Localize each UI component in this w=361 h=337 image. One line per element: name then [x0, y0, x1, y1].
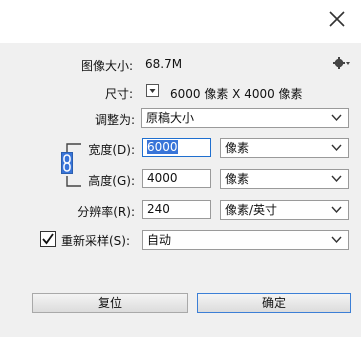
close-icon[interactable]: [324, 6, 350, 32]
dimensions-label: 尺寸:: [104, 87, 133, 101]
image-size-label: 图像大小:: [80, 59, 133, 73]
height-unit-select[interactable]: 像素: [220, 169, 349, 189]
chevron-down-icon: [331, 144, 342, 152]
title-bar: [0, 0, 361, 43]
chevron-down-icon: [331, 206, 342, 214]
resolution-value: 240: [147, 202, 170, 216]
resolution-input[interactable]: 240: [142, 200, 211, 219]
gear-icon[interactable]: [333, 56, 351, 70]
triangle-down-icon: [149, 89, 156, 93]
fit-to-label: 调整为:: [94, 113, 135, 127]
chain-link-icon: [63, 154, 71, 172]
checkmark-icon: [42, 233, 54, 245]
resolution-unit-value: 像素/英寸: [225, 203, 278, 217]
height-value: 4000: [147, 171, 178, 185]
width-unit-value: 像素: [225, 141, 250, 155]
resolution-unit-select[interactable]: 像素/英寸: [220, 200, 349, 220]
reset-button-label: 复位: [97, 296, 122, 310]
resolution-label: 分辨率(R):: [77, 205, 135, 219]
fit-to-select[interactable]: 原稿大小: [141, 108, 349, 128]
image-size-value: 68.7M: [145, 57, 183, 71]
height-label: 高度(G):: [88, 174, 135, 188]
dimensions-value: 6000 像素 X 4000 像素: [170, 87, 303, 101]
width-label: 宽度(D):: [88, 143, 135, 157]
height-unit-value: 像素: [225, 172, 250, 186]
width-unit-select[interactable]: 像素: [220, 138, 349, 158]
resample-select[interactable]: 自动: [142, 230, 349, 250]
resample-checkbox[interactable]: [40, 231, 56, 247]
chevron-down-icon: [331, 114, 342, 122]
reset-button[interactable]: 复位: [32, 293, 188, 313]
width-input[interactable]: 6000: [142, 138, 211, 157]
width-value: 6000: [147, 140, 178, 154]
chevron-down-icon: [331, 236, 342, 244]
ok-button-label: 确定: [261, 296, 286, 310]
constrain-proportions-toggle[interactable]: [61, 152, 73, 174]
resample-label: 重新采样(S):: [61, 234, 131, 248]
dimensions-dropdown-button[interactable]: [146, 84, 159, 97]
height-input[interactable]: 4000: [142, 169, 211, 188]
resample-value: 自动: [147, 233, 172, 247]
chevron-down-icon: [331, 175, 342, 183]
ok-button[interactable]: 确定: [197, 293, 351, 313]
fit-to-value: 原稿大小: [146, 111, 195, 125]
